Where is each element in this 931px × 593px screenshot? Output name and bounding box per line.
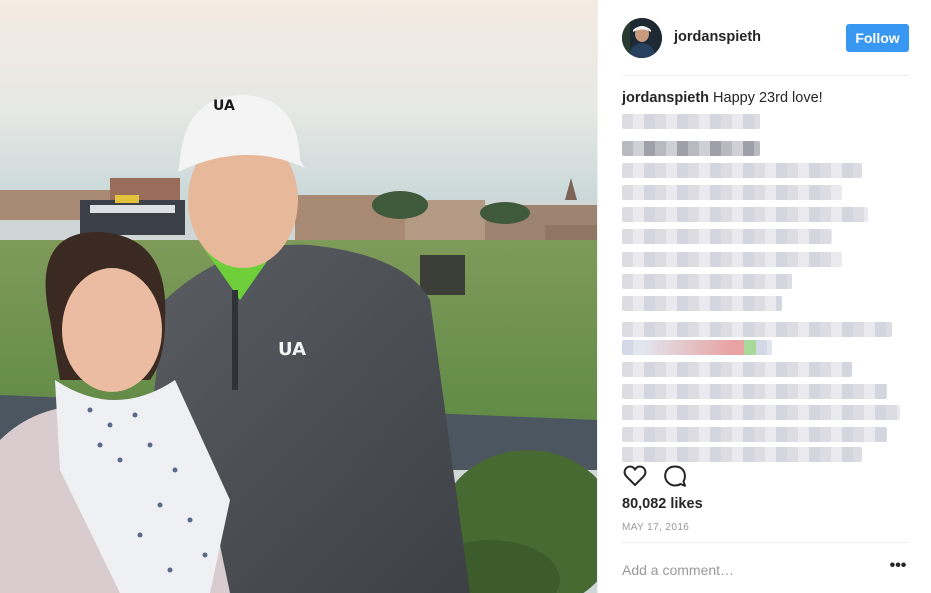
blurred-comment-line: [622, 114, 760, 129]
caption: jordanspieth Happy 23rd love!: [622, 90, 823, 106]
svg-text:UA: UA: [213, 98, 235, 114]
more-options-icon[interactable]: •••: [887, 558, 909, 581]
post-details-panel: jordanspieth Follow jordanspieth Happy 2…: [597, 0, 931, 593]
username-link[interactable]: jordanspieth: [674, 29, 761, 45]
post-date[interactable]: MAY 17, 2016: [622, 522, 689, 533]
blurred-comment-line: [622, 229, 832, 244]
blurred-comment-line: [622, 362, 852, 377]
blurred-comment-line: [622, 207, 868, 222]
caption-username-link[interactable]: jordanspieth: [622, 90, 709, 106]
blurred-comment-line: [622, 185, 842, 200]
likes-count[interactable]: 80,082 likes: [622, 496, 703, 512]
post-header: jordanspieth Follow: [622, 18, 909, 76]
caption-text: Happy 23rd love!: [713, 90, 823, 106]
svg-text:UA: UA: [278, 339, 306, 360]
avatar[interactable]: [622, 18, 662, 58]
heart-icon[interactable]: [622, 463, 648, 489]
blurred-comment-line: [622, 296, 782, 311]
blurred-comment-line: [622, 405, 900, 420]
blurred-comment-line: [622, 163, 862, 178]
blurred-comment-line: [622, 274, 792, 289]
comment-bar: •••: [622, 542, 909, 593]
blurred-comment-line: [622, 447, 862, 462]
blurred-comments: [622, 114, 912, 462]
avatar-image: [622, 18, 662, 58]
blurred-comment-line: [622, 322, 892, 337]
post-photo[interactable]: UA UA: [0, 0, 597, 593]
blurred-comment-line: [622, 252, 842, 267]
blurred-comment-line: [622, 427, 887, 442]
blurred-comment-line: [622, 340, 772, 355]
photo-illustration: UA UA: [0, 0, 597, 593]
blurred-comment-line: [622, 384, 887, 399]
follow-button[interactable]: Follow: [846, 24, 909, 52]
comment-input[interactable]: [622, 559, 862, 581]
blurred-comment-line: [622, 141, 760, 156]
comment-icon[interactable]: [662, 463, 688, 489]
action-bar: [622, 463, 742, 489]
